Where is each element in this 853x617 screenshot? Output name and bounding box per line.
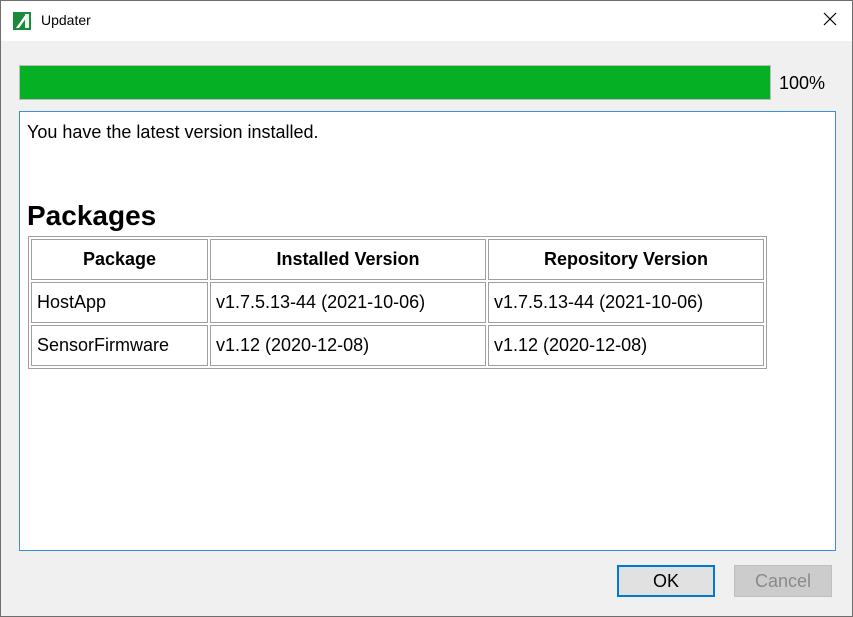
installed-version-cell: v1.12 (2020-12-08)	[210, 325, 486, 366]
close-button[interactable]	[807, 1, 853, 41]
progress-percent: 100%	[779, 73, 826, 93]
close-icon	[823, 12, 837, 31]
installed-version-cell: v1.7.5.13-44 (2021-10-06)	[210, 282, 486, 323]
progress-bar	[19, 65, 771, 100]
ok-button[interactable]: OK	[617, 565, 715, 597]
repository-version-cell: v1.7.5.13-44 (2021-10-06)	[488, 282, 764, 323]
updater-window: Updater 100% You have the latest version…	[0, 0, 853, 617]
window-title: Updater	[41, 12, 91, 28]
package-name-cell: SensorFirmware	[31, 325, 208, 366]
progress-fill	[20, 66, 770, 99]
column-header-repository-version: Repository Version	[488, 239, 764, 280]
table-header-row: Package Installed Version Repository Ver…	[31, 239, 764, 280]
status-message: You have the latest version installed.	[27, 122, 319, 142]
update-details-panel: You have the latest version installed. P…	[19, 111, 836, 551]
packages-table: Package Installed Version Repository Ver…	[28, 236, 767, 369]
cancel-button[interactable]: Cancel	[734, 565, 832, 597]
package-name-cell: HostApp	[31, 282, 208, 323]
table-row: SensorFirmware v1.12 (2020-12-08) v1.12 …	[31, 325, 764, 366]
repository-version-cell: v1.12 (2020-12-08)	[488, 325, 764, 366]
column-header-package: Package	[31, 239, 208, 280]
title-bar: Updater	[1, 1, 852, 41]
packages-heading: Packages	[27, 200, 157, 231]
table-row: HostApp v1.7.5.13-44 (2021-10-06) v1.7.5…	[31, 282, 764, 323]
updater-logo-icon	[13, 12, 31, 30]
column-header-installed-version: Installed Version	[210, 239, 486, 280]
